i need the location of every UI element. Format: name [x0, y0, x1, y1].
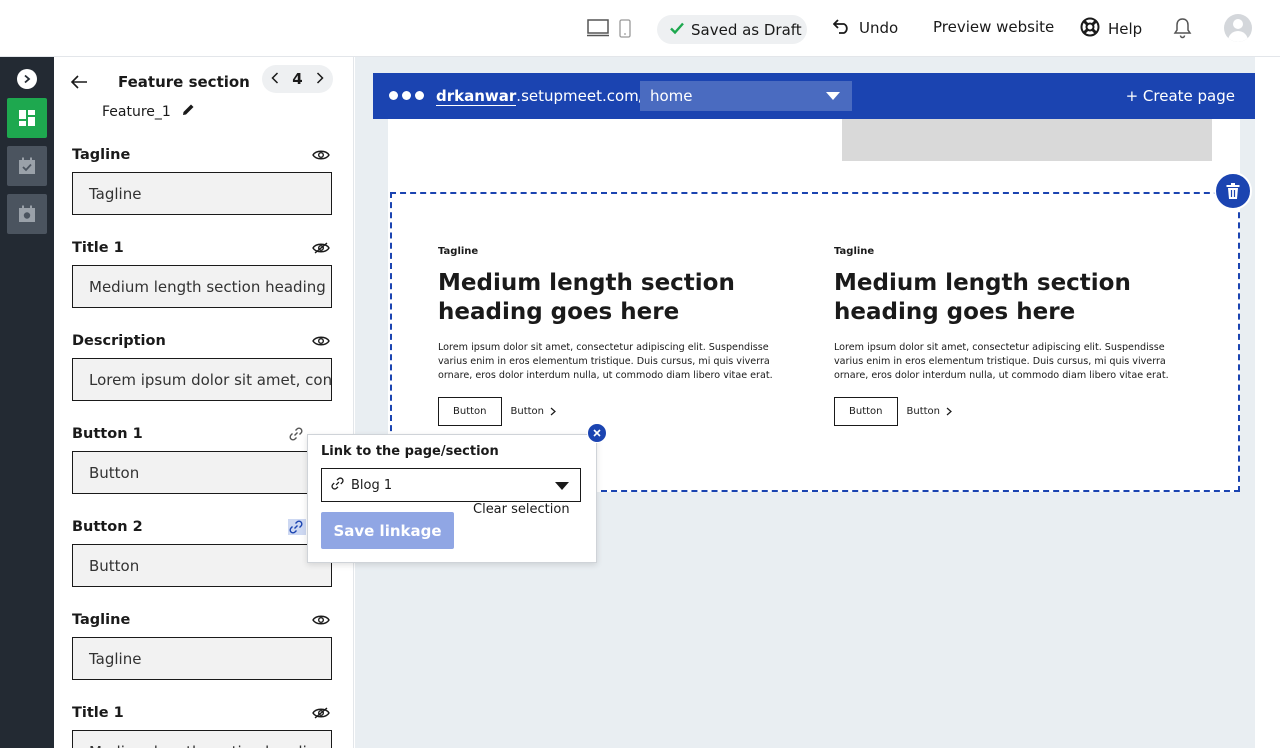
- description-input[interactable]: Lorem ipsum dolor sit amet, con: [72, 358, 332, 401]
- feature-description: Lorem ipsum dolor sit amet, consectetur …: [834, 342, 1169, 381]
- field-title-1-2: Title 1 Medium length section heading: [72, 705, 332, 748]
- preview-label: Preview website: [933, 18, 1055, 36]
- close-icon[interactable]: [587, 423, 607, 443]
- field-tagline-2: Tagline Tagline: [72, 612, 332, 680]
- saved-label: Saved as Draft: [691, 20, 802, 39]
- feature-button-1[interactable]: Button: [834, 397, 898, 426]
- clear-selection-link[interactable]: Clear selection: [473, 502, 570, 517]
- url-domain: drkanwar: [436, 87, 517, 106]
- help-icon: [1080, 17, 1100, 41]
- expand-icon[interactable]: [17, 69, 37, 89]
- page-select[interactable]: home: [640, 81, 852, 111]
- feature-buttons: Button Button: [834, 397, 1194, 426]
- link-icon: [330, 476, 345, 495]
- camera-icon[interactable]: [7, 194, 47, 234]
- eye-off-icon[interactable]: [312, 240, 330, 256]
- editor-panel: Feature section 4 Feature_1 Tagline Tagl…: [54, 57, 354, 748]
- feature-button-2-label: Button: [510, 406, 545, 417]
- url-rest: .setupmeet.com/: [516, 87, 644, 105]
- section-name: Feature_1: [102, 103, 195, 121]
- panel-header: Feature section 4: [70, 65, 340, 93]
- feature-buttons: Button Button: [438, 397, 798, 426]
- page-number: 4: [292, 70, 303, 88]
- field-label: Title 1: [72, 240, 124, 256]
- caret-down-icon: [555, 482, 569, 490]
- feature-heading: Medium length section heading goes here: [438, 270, 735, 325]
- field-description: Description Lorem ipsum dolor sit amet, …: [72, 333, 332, 401]
- bell-icon[interactable]: [1172, 17, 1193, 43]
- caret-down-icon: [826, 92, 840, 100]
- canvas-edge: [1255, 57, 1280, 748]
- preview-website-link[interactable]: Preview website: [933, 18, 1054, 36]
- field-label: Tagline: [72, 147, 131, 163]
- feature-tagline: Tagline: [438, 246, 479, 257]
- feature-column-1: Tagline Medium length section heading go…: [438, 246, 798, 426]
- field-button-1: Button 1 Button: [72, 426, 332, 494]
- feature-description: Lorem ipsum dolor sit amet, consectetur …: [438, 342, 773, 381]
- link-icon[interactable]: [288, 426, 306, 442]
- eye-icon[interactable]: [312, 147, 330, 163]
- saved-status: Saved as Draft: [657, 15, 807, 44]
- field-tagline: Tagline Tagline: [72, 147, 332, 215]
- top-bar: Saved as Draft Undo Preview website Help: [0, 0, 1280, 57]
- tool-rail: [0, 57, 54, 748]
- feature-button-2-label: Button: [906, 406, 941, 417]
- link-icon[interactable]: [288, 519, 306, 535]
- chevron-right-icon[interactable]: [316, 70, 324, 88]
- calendar-icon[interactable]: [7, 146, 47, 186]
- tagline-input[interactable]: Tagline: [72, 637, 332, 680]
- field-button-2: Button 2 Button: [72, 519, 332, 587]
- eye-icon[interactable]: [312, 612, 330, 628]
- chevron-right-icon: [550, 407, 556, 416]
- save-linkage-button[interactable]: Save linkage: [321, 512, 454, 549]
- help-label: Help: [1108, 20, 1143, 38]
- link-popover: Link to the page/section Blog 1 Save lin…: [307, 434, 597, 563]
- undo-icon: [832, 18, 851, 38]
- site-browser-bar: drkanwar.setupmeet.com/ home + Create pa…: [373, 73, 1255, 119]
- undo-button[interactable]: Undo: [832, 18, 899, 38]
- button-1-input[interactable]: Button: [72, 451, 332, 494]
- window-dots-icon: [389, 91, 424, 100]
- field-label: Description: [72, 333, 166, 349]
- pencil-icon[interactable]: [181, 103, 195, 121]
- image-placeholder: [842, 119, 1212, 161]
- link-target-value: Blog 1: [351, 477, 393, 493]
- feature-button-2[interactable]: Button: [511, 406, 557, 417]
- chevron-left-icon[interactable]: [271, 70, 279, 88]
- page-select-value: home: [650, 87, 693, 105]
- check-icon: [669, 20, 685, 40]
- feature-column-2: Tagline Medium length section heading go…: [834, 246, 1194, 426]
- site-url: drkanwar.setupmeet.com/: [436, 87, 644, 106]
- field-title-1: Title 1 Medium length section heading: [72, 240, 332, 308]
- popover-title: Link to the page/section: [321, 444, 499, 459]
- link-target-select[interactable]: Blog 1: [321, 468, 581, 502]
- section-pager: 4: [262, 65, 333, 93]
- back-arrow-icon[interactable]: [70, 73, 88, 91]
- help-button[interactable]: Help: [1080, 17, 1142, 41]
- field-label: Tagline: [72, 612, 131, 628]
- panel-title: Feature section: [118, 73, 250, 91]
- tagline-input[interactable]: Tagline: [72, 172, 332, 215]
- title-input[interactable]: Medium length section heading: [72, 265, 332, 308]
- avatar[interactable]: [1224, 14, 1252, 42]
- feature-heading: Medium length section heading goes here: [834, 270, 1131, 325]
- feature-tagline: Tagline: [834, 246, 875, 257]
- field-label: Title 1: [72, 705, 124, 721]
- create-page-button[interactable]: + Create page: [1126, 87, 1235, 105]
- feature-button-2[interactable]: Button: [907, 406, 953, 417]
- eye-icon[interactable]: [312, 333, 330, 349]
- trash-icon: [1226, 183, 1240, 199]
- button-2-input[interactable]: Button: [72, 544, 332, 587]
- eye-off-icon[interactable]: [312, 705, 330, 721]
- desktop-icon[interactable]: [587, 19, 609, 41]
- delete-section-button[interactable]: [1214, 172, 1252, 210]
- undo-label: Undo: [859, 19, 899, 37]
- chevron-right-icon: [946, 407, 952, 416]
- section-name-label: Feature_1: [102, 104, 171, 120]
- title-input[interactable]: Medium length section heading: [72, 730, 332, 748]
- feature-button-1[interactable]: Button: [438, 397, 502, 426]
- layout-icon[interactable]: [7, 98, 47, 138]
- mobile-icon[interactable]: [619, 19, 631, 42]
